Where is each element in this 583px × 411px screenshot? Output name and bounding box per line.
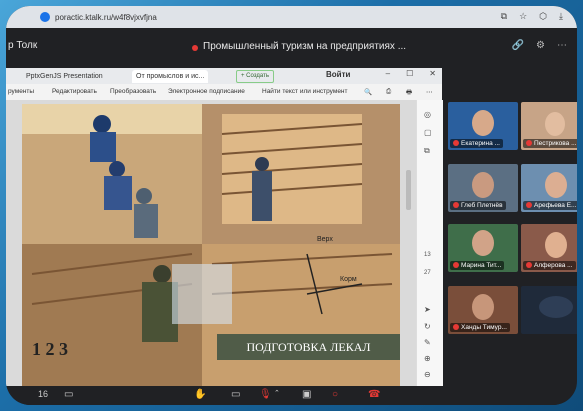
minimize-icon[interactable]: – bbox=[386, 69, 390, 78]
site-favicon-icon bbox=[40, 12, 50, 22]
slide-label-top: Верх bbox=[317, 236, 333, 243]
doc-sidebar: ◎ ▢ ⧉ 13 27 ➤ ↻ ✎ ⊕ ⊖ bbox=[416, 100, 443, 386]
participant-name: Алферова ... bbox=[534, 262, 573, 269]
login-button[interactable]: Войти bbox=[326, 70, 350, 79]
participant-tile[interactable]: Арефьева Е... bbox=[521, 164, 577, 212]
cursor-icon[interactable]: ➤ bbox=[424, 305, 431, 314]
tab-pptx[interactable]: PptxGenJS Presentation bbox=[22, 70, 107, 83]
screen: poractic.ktalk.ru/w4f8vjxvfjna ⧉ ☆ ⬡ ⤓ р… bbox=[6, 6, 577, 405]
participant-tile[interactable] bbox=[521, 286, 577, 334]
avatar bbox=[539, 296, 573, 318]
participants-count[interactable]: 16 bbox=[38, 389, 48, 399]
mic-off-icon bbox=[453, 202, 459, 209]
screen-share-icon[interactable]: ▭ bbox=[231, 389, 240, 400]
doc-tabs: PptxGenJS Presentation От промыслов и ис… bbox=[6, 68, 442, 84]
mic-off-icon bbox=[453, 324, 459, 331]
menu-tools[interactable]: рументы bbox=[8, 88, 34, 95]
print-icon[interactable]: ⎙ bbox=[386, 88, 391, 96]
doc-scrollbar[interactable] bbox=[406, 170, 411, 210]
sidebar-comment-icon[interactable]: ▢ bbox=[424, 128, 432, 137]
participant-name: Пестрикова ... bbox=[534, 140, 577, 147]
participant-tile[interactable]: Пестрикова ... bbox=[521, 102, 577, 150]
meeting-title: Промышленный туризм на предприятиях ... bbox=[203, 41, 407, 52]
zoom-in-icon[interactable]: ⊕ bbox=[424, 354, 431, 363]
mic-off-icon bbox=[526, 202, 532, 209]
participant-tile[interactable]: Ханды Тимур... bbox=[448, 286, 518, 334]
camera-icon[interactable]: ▣ bbox=[302, 389, 311, 400]
search-icon[interactable]: 🔍 bbox=[364, 88, 372, 96]
avatar bbox=[545, 172, 567, 198]
more-tools-icon[interactable]: ⋯ bbox=[426, 88, 433, 96]
mic-off-icon bbox=[526, 140, 532, 147]
participant-name: Марина Тит... bbox=[461, 262, 502, 269]
doc-toolbar: рументы Редактировать Преобразовать Элек… bbox=[6, 84, 442, 101]
avatar bbox=[472, 294, 494, 320]
search-tool[interactable]: Найти текст или инструмент bbox=[262, 88, 348, 95]
page-number: 13 bbox=[424, 252, 431, 258]
shared-screen: PptxGenJS Presentation От промыслов и ис… bbox=[6, 68, 443, 386]
participant-tile[interactable]: Марина Тит... bbox=[448, 224, 518, 272]
sidebar-copy-icon[interactable]: ⧉ bbox=[424, 146, 430, 156]
mic-off-icon bbox=[526, 262, 532, 269]
sidebar-tool-icon[interactable]: ◎ bbox=[424, 110, 431, 119]
link-icon[interactable]: 🔗 bbox=[512, 40, 524, 51]
download-icon[interactable]: ⤓ bbox=[559, 11, 563, 22]
participant-name: Екатерина ... bbox=[461, 140, 500, 147]
participant-tile[interactable]: Глеб Плетнёв bbox=[448, 164, 518, 212]
avatar bbox=[545, 112, 565, 136]
maximize-icon[interactable]: ☐ bbox=[406, 69, 413, 78]
address-bar[interactable]: poractic.ktalk.ru/w4f8vjxvfjna bbox=[55, 13, 157, 22]
meeting-controls: 16 ▭ ✋ ▭ 🎙 ⌃ ▣ ○ ☎ bbox=[6, 386, 577, 405]
slide-label-bottom: Корм bbox=[340, 276, 357, 283]
menu-esign[interactable]: Электронное подписание bbox=[168, 88, 245, 95]
translate-icon[interactable]: ⧉ bbox=[501, 11, 507, 22]
menu-convert[interactable]: Преобразовать bbox=[110, 88, 156, 95]
recording-indicator-icon bbox=[192, 45, 198, 51]
mic-off-icon bbox=[453, 262, 459, 269]
browser-toolbar: poractic.ktalk.ru/w4f8vjxvfjna ⧉ ☆ ⬡ ⤓ bbox=[6, 6, 577, 28]
chat-icon[interactable]: ▭ bbox=[64, 389, 73, 400]
avatar bbox=[472, 230, 494, 256]
tab-current[interactable]: От промыслов и ис... bbox=[132, 70, 209, 83]
participant-name: Арефьева Е... bbox=[534, 202, 577, 209]
zoom-out-icon[interactable]: ⊖ bbox=[424, 370, 431, 379]
avatar bbox=[472, 172, 494, 198]
new-tab-button[interactable]: + Создать bbox=[236, 70, 274, 83]
participant-tile[interactable]: Екатерина ... bbox=[448, 102, 518, 150]
print2-icon[interactable]: 🖶 bbox=[406, 88, 412, 99]
settings-icon[interactable]: ⚙ bbox=[536, 40, 545, 51]
extensions-icon[interactable]: ⬡ bbox=[539, 11, 547, 22]
participant-name: Глеб Плетнёв bbox=[461, 202, 503, 209]
document-view: 1 2 3 Верх Корм ПОДГОТОВКА ЛЕКАЛ bbox=[6, 100, 416, 386]
slide-image: 1 2 3 Верх Корм ПОДГОТОВКА ЛЕКАЛ bbox=[22, 104, 400, 386]
raise-hand-icon[interactable]: ✋ bbox=[194, 389, 206, 400]
mic-off-icon bbox=[453, 140, 459, 147]
mic-off-icon[interactable]: 🎙 bbox=[259, 389, 272, 400]
rotate-icon[interactable]: ↻ bbox=[424, 322, 431, 331]
avatar bbox=[472, 110, 494, 136]
more-icon[interactable]: ⋯ bbox=[557, 40, 567, 51]
star-icon[interactable]: ☆ bbox=[519, 11, 527, 22]
page-total: 27 bbox=[424, 270, 431, 276]
meeting-header: р Толк Промышленный туризм на предприяти… bbox=[6, 28, 577, 68]
avatar bbox=[545, 232, 567, 258]
edit-icon[interactable]: ✎ bbox=[424, 338, 431, 347]
slide-caption: ПОДГОТОВКА ЛЕКАЛ bbox=[217, 334, 400, 360]
app-brand: р Толк bbox=[8, 40, 38, 51]
participant-name: Ханды Тимур... bbox=[461, 324, 507, 331]
menu-edit[interactable]: Редактировать bbox=[52, 88, 97, 95]
hang-up-icon[interactable]: ☎ bbox=[368, 389, 380, 400]
participant-tile[interactable]: Алферова ... bbox=[521, 224, 577, 272]
record-icon[interactable]: ○ bbox=[332, 389, 338, 400]
close-icon[interactable]: ✕ bbox=[429, 69, 436, 78]
chevron-up-icon[interactable]: ⌃ bbox=[274, 389, 280, 397]
slide-digits: 1 2 3 bbox=[32, 339, 68, 359]
